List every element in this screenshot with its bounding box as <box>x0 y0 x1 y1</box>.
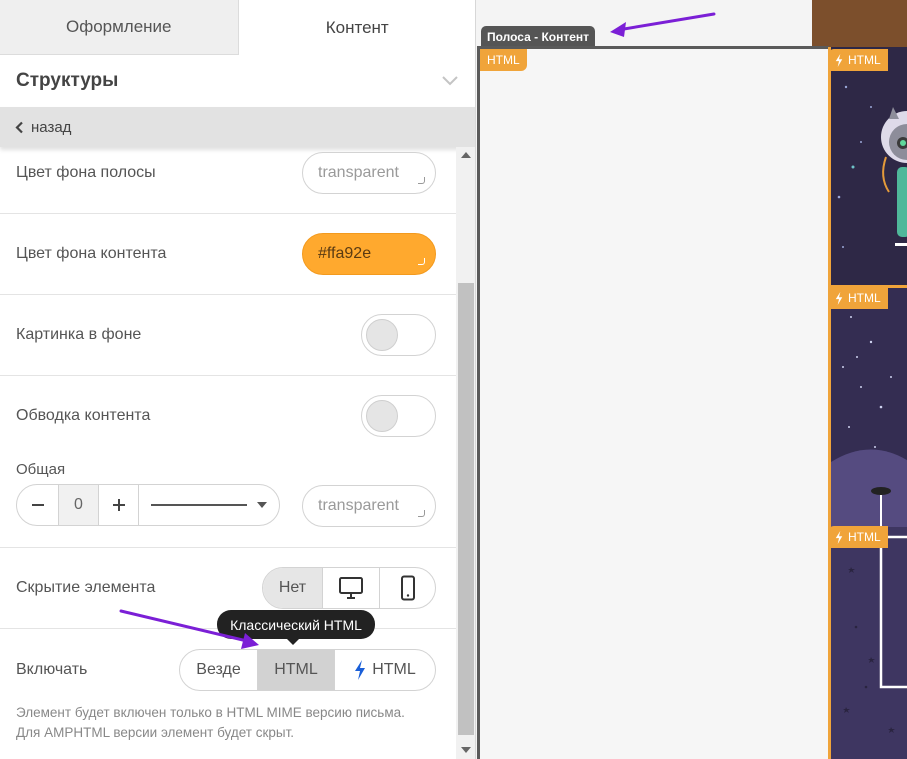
html-block-tag[interactable]: HTML <box>480 49 527 71</box>
stripe-content-label[interactable]: Полоса - Контент <box>481 26 596 48</box>
scroll-up-arrow-icon[interactable] <box>461 152 471 158</box>
section-title: Структуры <box>16 70 119 91</box>
annotation-arrow-top <box>610 12 716 37</box>
border-width-value[interactable]: 0 <box>59 485 99 525</box>
include-hint-text: Элемент будет включен только в HTML MIME… <box>16 705 405 740</box>
content-border-toggle[interactable] <box>361 395 436 437</box>
tab-content[interactable]: Контент <box>238 0 475 55</box>
annotation-arrow-bottom <box>119 609 259 649</box>
lightning-icon <box>835 53 843 67</box>
settings-rows: Цвет фона полосы transparent Цвет фона к… <box>0 147 456 759</box>
stripe-bg-color-value: transparent <box>318 164 399 181</box>
amp-block-tag-1[interactable]: HTML <box>828 49 888 71</box>
stripe-bg-color-input[interactable]: transparent <box>302 152 436 194</box>
hide-none-option[interactable]: Нет <box>263 568 323 608</box>
night-sky-illustration <box>843 535 907 733</box>
include-html-option[interactable]: HTML <box>258 650 335 690</box>
content-bg-label: Цвет фона контента <box>16 245 167 262</box>
chevron-down-icon[interactable] <box>440 71 460 91</box>
hide-element-segmented: Нет <box>262 567 436 609</box>
border-color-input[interactable]: transparent <box>302 485 436 527</box>
row-content-bg: Цвет фона контента #ffa92e <box>0 214 456 295</box>
solid-line-icon <box>151 504 247 506</box>
border-general-label: Общая <box>16 461 66 478</box>
bg-image-label: Картинка в фоне <box>16 326 142 343</box>
content-bg-color-value: #ffa92e <box>318 245 372 262</box>
content-bg-color-input[interactable]: #ffa92e <box>302 233 436 275</box>
toggle-knob <box>366 400 398 432</box>
lightning-icon <box>835 530 843 544</box>
resize-corner-icon <box>418 510 425 517</box>
star-field-illustration <box>831 316 907 527</box>
include-segmented: Везде HTML HTML <box>179 649 436 691</box>
border-color-value: transparent <box>318 497 399 514</box>
amp-tag-label: HTML <box>848 53 881 67</box>
include-amp-label: HTML <box>372 661 416 678</box>
border-width-stepper: 0 <box>16 484 280 526</box>
scroll-down-arrow-icon[interactable] <box>461 747 471 753</box>
row-bg-image: Картинка в фоне <box>0 295 456 376</box>
panel-scrollbar[interactable] <box>456 147 475 759</box>
preview-header-strip <box>812 0 907 47</box>
tab-design[interactable]: Оформление <box>0 0 239 55</box>
amp-block-tag-3[interactable]: HTML <box>828 526 888 548</box>
increment-button[interactable] <box>99 485 139 525</box>
stripe-bg-label: Цвет фона полосы <box>16 164 156 181</box>
panel-tabs: Оформление Контент <box>0 0 475 55</box>
hide-mobile-option[interactable] <box>380 568 435 608</box>
decrement-button[interactable] <box>17 485 59 525</box>
scroll-thumb[interactable] <box>458 283 474 735</box>
cat-astronaut-illustration <box>837 85 907 248</box>
hide-desktop-option[interactable] <box>323 568 380 608</box>
amp-block-tag-2[interactable]: HTML <box>828 287 888 309</box>
mobile-icon <box>400 575 415 601</box>
row-stripe-bg: Цвет фона полосы transparent <box>0 147 456 214</box>
back-label: назад <box>31 118 72 136</box>
amp-tag-label: HTML <box>848 530 881 544</box>
border-style-select[interactable] <box>139 485 279 525</box>
hide-element-label: Скрытие элемента <box>16 579 156 596</box>
lightning-icon <box>835 291 843 305</box>
structures-header[interactable]: Структуры <box>0 55 475 107</box>
chevron-left-icon <box>15 121 24 134</box>
caret-down-icon <box>257 502 267 508</box>
amp-tag-label: HTML <box>848 291 881 305</box>
resize-corner-icon <box>418 258 425 265</box>
desktop-icon <box>339 577 363 599</box>
amp-preview-column <box>828 47 907 759</box>
bg-image-toggle[interactable] <box>361 314 436 356</box>
resize-corner-icon <box>418 177 425 184</box>
back-button[interactable]: назад <box>0 107 475 147</box>
content-border-label: Обводка контента <box>16 407 151 424</box>
include-everywhere-option[interactable]: Везде <box>180 650 258 690</box>
lightning-icon <box>355 660 366 680</box>
toggle-knob <box>366 319 398 351</box>
content-block-frame[interactable]: HTML <box>477 46 829 759</box>
include-amp-option[interactable]: HTML <box>335 650 435 690</box>
include-label: Включать <box>16 661 88 678</box>
email-canvas: Полоса - Контент HTML HTML HTML HTML <box>477 0 907 759</box>
